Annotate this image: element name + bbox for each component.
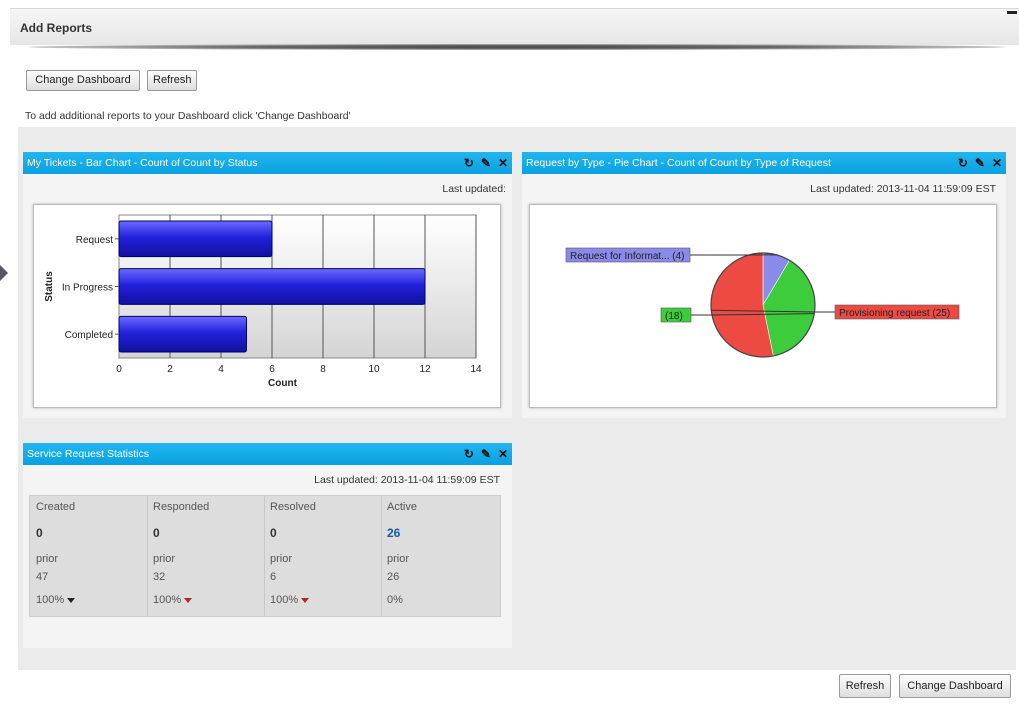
y-tick-label: Completed <box>65 330 113 341</box>
stats-table: Created 0 prior 47 100% Responded 0 prio… <box>29 495 501 617</box>
pie-chart: Request for Informat... (4) (18) Provision… <box>565 247 960 358</box>
top-bar: Add Reports <box>10 8 1019 45</box>
close-icon[interactable]: ✕ <box>498 152 508 174</box>
stats-column-active: Active 26 prior 26 0% <box>381 496 498 616</box>
last-updated: Last updated: 2013-11-04 11:59:09 EST <box>810 183 996 195</box>
stat-change: 100% <box>36 594 76 606</box>
y-axis-label: Status <box>44 271 55 302</box>
stat-prior-value: 32 <box>153 571 166 583</box>
stat-percent: 100% <box>270 594 299 606</box>
stat-percent: 100% <box>36 594 65 606</box>
pie-chart-panel: Request by Type - Pie Chart - Count of C… <box>522 152 1006 418</box>
header-divider <box>28 44 1006 50</box>
y-tick-label: Request <box>76 235 113 246</box>
stat-label: Resolved <box>270 501 316 513</box>
down-arrow-icon <box>184 597 193 603</box>
stat-value: 26 <box>387 526 401 540</box>
refresh-icon[interactable]: ↻ <box>464 443 474 465</box>
stats-panel: Service Request Statistics ↻ ✎ ✕ Last up… <box>23 443 512 648</box>
bar-chart-box: 0 2 4 6 8 10 12 14 Request In Progress Completed Co… <box>33 204 501 408</box>
panel-title: My Tickets - Bar Chart - Count of Count … <box>27 157 258 169</box>
stat-prior-label: prior <box>36 553 59 565</box>
last-updated: Last updated: 2013-11-04 11:59:09 EST <box>314 474 500 486</box>
x-tick-label: 10 <box>368 364 380 375</box>
refresh-button[interactable]: Refresh <box>147 70 197 91</box>
down-arrow-icon <box>67 597 76 603</box>
x-tick-label: 2 <box>167 364 173 375</box>
bar <box>118 268 426 305</box>
x-tick-label: 8 <box>320 364 326 375</box>
panel-header: Request by Type - Pie Chart - Count of C… <box>522 152 1006 174</box>
stats-column-created: Created 0 prior 47 100% <box>30 496 148 616</box>
minimize-icon[interactable] <box>1007 11 1017 14</box>
stat-value: 0 <box>270 526 277 540</box>
x-axis-label: Count <box>268 378 298 389</box>
stat-label: Active <box>387 501 417 513</box>
stat-value: 0 <box>36 526 43 540</box>
stat-label: Responded <box>153 501 210 513</box>
stat-prior-value: 47 <box>36 571 49 583</box>
stat-prior-label: prior <box>153 553 176 565</box>
collapse-handle-icon[interactable] <box>0 265 8 281</box>
panel-header: Service Request Statistics ↻ ✎ ✕ <box>23 443 512 465</box>
pie-chart-box: Request for Informat... (4) (18) Provision… <box>529 204 997 408</box>
last-updated: Last updated: <box>442 183 506 195</box>
x-tick-label: 14 <box>470 364 482 375</box>
footer-change-dashboard-button[interactable]: Change Dashboard <box>899 674 1011 698</box>
edit-icon[interactable]: ✎ <box>481 152 491 174</box>
close-icon[interactable]: ✕ <box>992 152 1002 174</box>
stat-prior-value: 26 <box>387 571 400 583</box>
hint-text: To add additional reports to your Dashbo… <box>25 110 351 122</box>
x-tick-label: 6 <box>269 364 275 375</box>
change-dashboard-button[interactable]: Change Dashboard <box>26 70 140 91</box>
stat-percent: 0% <box>387 594 403 606</box>
down-arrow-icon <box>301 597 310 603</box>
bar-chart: 0 2 4 6 8 10 12 14 Request In Progress Completed Co… <box>44 214 482 389</box>
x-tick-label: 12 <box>419 364 431 375</box>
bar <box>118 220 273 258</box>
refresh-icon[interactable]: ↻ <box>958 152 968 174</box>
stat-change: 100% <box>270 594 310 606</box>
edit-icon[interactable]: ✎ <box>481 443 491 465</box>
stats-column-resolved: Resolved 0 prior 6 100% <box>264 496 382 616</box>
x-tick-label: 0 <box>116 364 122 375</box>
stat-value: 0 <box>153 526 160 540</box>
pie-label: (18) <box>665 311 683 322</box>
edit-icon[interactable]: ✎ <box>975 152 985 174</box>
panel-title: Service Request Statistics <box>27 448 149 460</box>
pie-label: Provisioning request (25) <box>839 308 950 319</box>
stat-prior-value: 6 <box>270 571 277 583</box>
panel-header: My Tickets - Bar Chart - Count of Count … <box>23 152 512 174</box>
page-title: Add Reports <box>20 21 92 35</box>
close-icon[interactable]: ✕ <box>498 443 508 465</box>
stat-prior-label: prior <box>270 553 293 565</box>
stat-change: 100% <box>153 594 193 606</box>
dashboard-area: My Tickets - Bar Chart - Count of Count … <box>18 127 1016 670</box>
bar <box>118 315 247 353</box>
stat-prior-label: prior <box>387 553 410 565</box>
pie-label: Request for Informat... (4) <box>570 251 685 262</box>
stat-percent: 100% <box>153 594 182 606</box>
x-tick-label: 4 <box>218 364 224 375</box>
refresh-icon[interactable]: ↻ <box>464 152 474 174</box>
stats-column-responded: Responded 0 prior 32 100% <box>147 496 265 616</box>
stat-label: Created <box>36 501 76 513</box>
footer-refresh-button[interactable]: Refresh <box>839 674 891 698</box>
panel-title: Request by Type - Pie Chart - Count of C… <box>526 157 831 169</box>
bar-chart-panel: My Tickets - Bar Chart - Count of Count … <box>23 152 512 418</box>
y-tick-label: In Progress <box>62 283 113 294</box>
